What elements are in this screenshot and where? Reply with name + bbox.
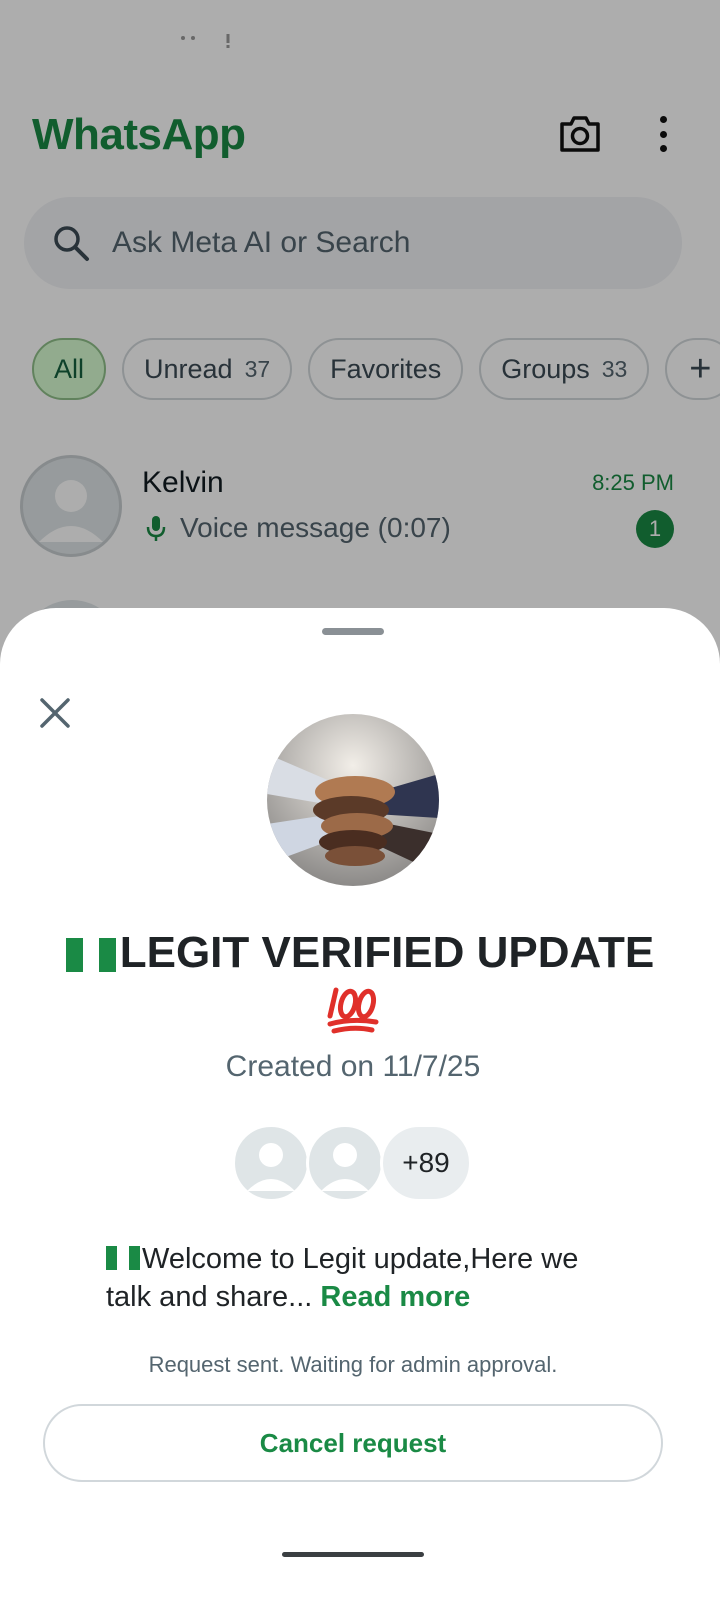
group-name-text: LEGIT VERIFIED UPDATE: [119, 928, 655, 977]
cancel-request-label: Cancel request: [259, 1427, 447, 1458]
group-photo: [267, 714, 439, 886]
nigeria-flag-icon: [106, 1246, 140, 1270]
default-avatar-icon: [247, 1143, 295, 1191]
hundred-points-icon: [327, 987, 379, 1034]
group-description: Welcome to Legit update,Here we talk and…: [106, 1240, 626, 1316]
home-indicator[interactable]: [282, 1552, 424, 1557]
avatar: [232, 1124, 310, 1202]
nigeria-flag-icon: [65, 938, 116, 973]
avatar: [306, 1124, 384, 1202]
drag-handle[interactable]: [322, 628, 384, 635]
group-invite-sheet: LEGIT VERIFIED UPDATE Created on 11/7/25…: [0, 608, 720, 1600]
cancel-request-button[interactable]: Cancel request: [43, 1404, 663, 1482]
default-avatar-icon: [321, 1143, 369, 1191]
group-name: LEGIT VERIFIED UPDATE: [40, 926, 680, 980]
request-status: Request sent. Waiting for admin approval…: [148, 1352, 558, 1377]
close-icon[interactable]: [36, 694, 74, 732]
member-count-more: +89: [380, 1124, 472, 1202]
created-date: Created on 11/7/25: [225, 1050, 481, 1083]
read-more-link[interactable]: Read more: [320, 1281, 470, 1313]
